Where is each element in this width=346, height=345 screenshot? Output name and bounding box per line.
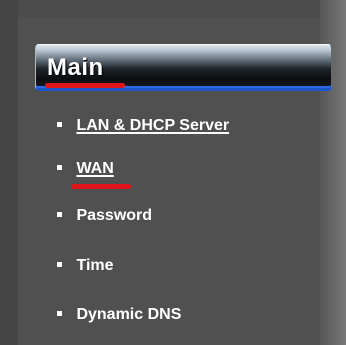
sidebar-item-password[interactable]: Password	[57, 207, 152, 229]
sidebar-item-label[interactable]: Dynamic DNS	[76, 306, 181, 323]
sidebar-item-label[interactable]: Password	[76, 207, 152, 224]
sidebar-item-label[interactable]: WAN	[76, 160, 113, 177]
sidebar-item-label[interactable]: LAN & DHCP Server	[76, 117, 229, 134]
red-underline-annotation-wan	[71, 184, 131, 189]
red-underline-annotation-main	[45, 83, 125, 88]
sidebar-item-wan[interactable]: WAN	[57, 160, 114, 182]
sidebar-item-time[interactable]: Time	[57, 257, 114, 279]
sidebar-panel: Main LAN & DHCP Server WAN Password Time…	[0, 0, 346, 345]
bullet-icon	[57, 261, 62, 267]
bullet-icon	[57, 121, 62, 127]
top-border	[0, 0, 346, 18]
bullet-icon	[57, 310, 62, 316]
left-border	[0, 0, 18, 345]
bullet-icon	[57, 164, 62, 170]
sidebar-item-lan-dhcp-server[interactable]: LAN & DHCP Server	[57, 117, 229, 139]
bullet-icon	[57, 211, 62, 217]
sidebar-item-label[interactable]: Time	[76, 257, 113, 274]
section-header-title: Main	[47, 54, 104, 81]
sidebar-item-dynamic-dns[interactable]: Dynamic DNS	[57, 306, 181, 328]
